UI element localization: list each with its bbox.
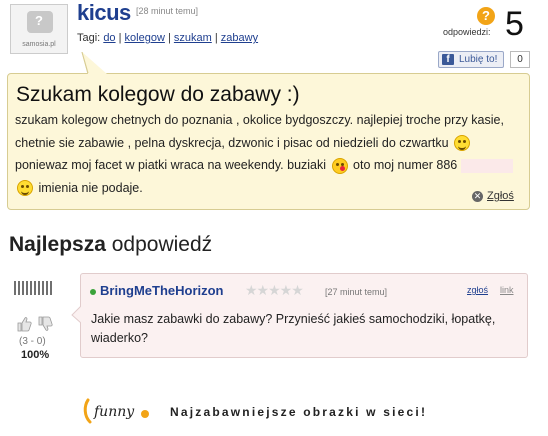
- censored-number: [460, 158, 513, 173]
- tag-link[interactable]: szukam: [174, 32, 212, 44]
- close-circle-icon: ✕: [472, 191, 483, 202]
- answer-author-name[interactable]: BringMeTheHorizon: [100, 283, 224, 298]
- question-author-name[interactable]: kicus: [77, 0, 131, 26]
- tag-list: Tagi: do | kolegow | szukam | zabawy: [77, 32, 259, 44]
- answer-permalink[interactable]: link: [500, 285, 514, 295]
- vote-percentage: 100%: [21, 349, 50, 361]
- tag-link[interactable]: do: [103, 32, 115, 44]
- facebook-icon: f: [442, 54, 454, 65]
- question-bubble-tail-overlay: [81, 52, 107, 74]
- question-timestamp: [28 minut temu]: [136, 6, 199, 16]
- like-count: 0: [510, 51, 530, 68]
- answers-count: 5: [505, 5, 524, 43]
- tag-link[interactable]: zabawy: [221, 32, 258, 44]
- vote-counts: (3 - 0): [19, 336, 46, 347]
- thumbs-up-icon[interactable]: [16, 316, 32, 332]
- question-author-avatar[interactable]: ? samosia.pl: [10, 4, 68, 54]
- report-question-link[interactable]: ✕ Zgłoś: [472, 190, 514, 202]
- smiley-icon: [17, 180, 33, 197]
- best-answer-heading: Najlepsza odpowiedź: [9, 233, 213, 256]
- rating-stars-icon[interactable]: ★★★★★: [245, 282, 304, 299]
- kiss-smiley-icon: [331, 157, 348, 174]
- facebook-like-button[interactable]: f Lubię to!: [438, 51, 504, 68]
- tags-label: Tagi:: [77, 32, 101, 44]
- question-mark-icon: ?: [35, 13, 43, 28]
- online-status-icon: [90, 289, 96, 295]
- thumbs-down-icon[interactable]: [37, 316, 53, 332]
- question-title: Szukam kolegow do zabawy :): [16, 83, 300, 106]
- answers-count-label: odpowiedzi:: [443, 27, 491, 37]
- smiley-icon: [454, 135, 471, 152]
- answer-bubble-tail: [71, 306, 82, 324]
- like-button-label: Lubię to!: [459, 54, 498, 65]
- funny-logo[interactable]: funny: [82, 396, 154, 426]
- answer-text: Jakie masz zabawki do zabawy? Przynieść …: [91, 312, 496, 345]
- question-mark-badge-icon: ?: [477, 7, 495, 25]
- avatar-label: samosia.pl: [22, 41, 56, 48]
- answer-author-avatar[interactable]: [14, 281, 54, 295]
- answer-timestamp: [27 minut temu]: [325, 287, 388, 297]
- tag-link[interactable]: kolegow: [125, 32, 165, 44]
- question-body: szukam kolegow chetnych do poznania , ok…: [15, 109, 525, 199]
- site-slogan: Najzabawniejsze obrazki w sieci!: [170, 405, 428, 419]
- report-answer-link[interactable]: zgłoś: [467, 285, 488, 295]
- svg-text:funny: funny: [93, 404, 135, 420]
